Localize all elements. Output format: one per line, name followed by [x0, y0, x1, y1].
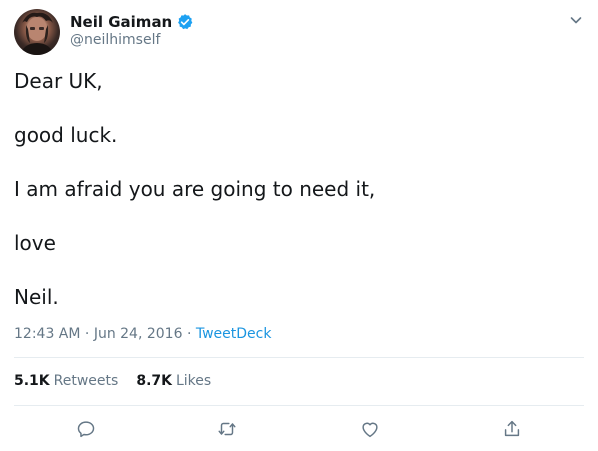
- meta-separator: ·: [186, 326, 192, 342]
- divider: [14, 357, 584, 358]
- tweet-date[interactable]: Jun 24, 2016: [94, 326, 183, 342]
- verified-badge-icon: [176, 13, 194, 31]
- tweet-stats: 5.1K Retweets 8.7K Likes: [14, 373, 211, 389]
- meta-separator: ·: [84, 326, 90, 342]
- reply-icon[interactable]: [75, 418, 97, 440]
- divider: [14, 405, 584, 406]
- tweet-line: Neil.: [14, 285, 59, 309]
- tweet-source-link[interactable]: TweetDeck: [196, 326, 272, 342]
- retweets-stat[interactable]: 5.1K Retweets: [14, 373, 118, 389]
- author-name-row[interactable]: Neil Gaiman: [70, 13, 194, 31]
- retweets-label: Retweets: [53, 373, 119, 389]
- tweet-time[interactable]: 12:43 AM: [14, 326, 80, 342]
- likes-stat[interactable]: 8.7K Likes: [136, 373, 211, 389]
- tweet-line: I am afraid you are going to need it,: [14, 177, 376, 201]
- tweet-line: Dear UK,: [14, 69, 103, 93]
- tweet-actions: [14, 418, 584, 440]
- share-icon[interactable]: [501, 418, 523, 440]
- display-name[interactable]: Neil Gaiman: [70, 13, 172, 31]
- avatar[interactable]: [14, 9, 60, 55]
- chevron-down-icon[interactable]: [568, 12, 584, 28]
- likes-label: Likes: [175, 373, 212, 389]
- tweet-meta: 12:43 AM · Jun 24, 2016 · TweetDeck: [14, 326, 271, 342]
- retweets-count: 5.1K: [14, 373, 50, 389]
- like-icon[interactable]: [359, 418, 381, 440]
- tweet-text: Dear UK, good luck. I am afraid you are …: [14, 66, 584, 336]
- user-handle[interactable]: @neilhimself: [70, 32, 160, 48]
- likes-count: 8.7K: [136, 373, 172, 389]
- avatar-image: [20, 12, 54, 55]
- tweet-line: good luck.: [14, 123, 118, 147]
- retweet-icon[interactable]: [216, 418, 238, 440]
- tweet-line: love: [14, 231, 56, 255]
